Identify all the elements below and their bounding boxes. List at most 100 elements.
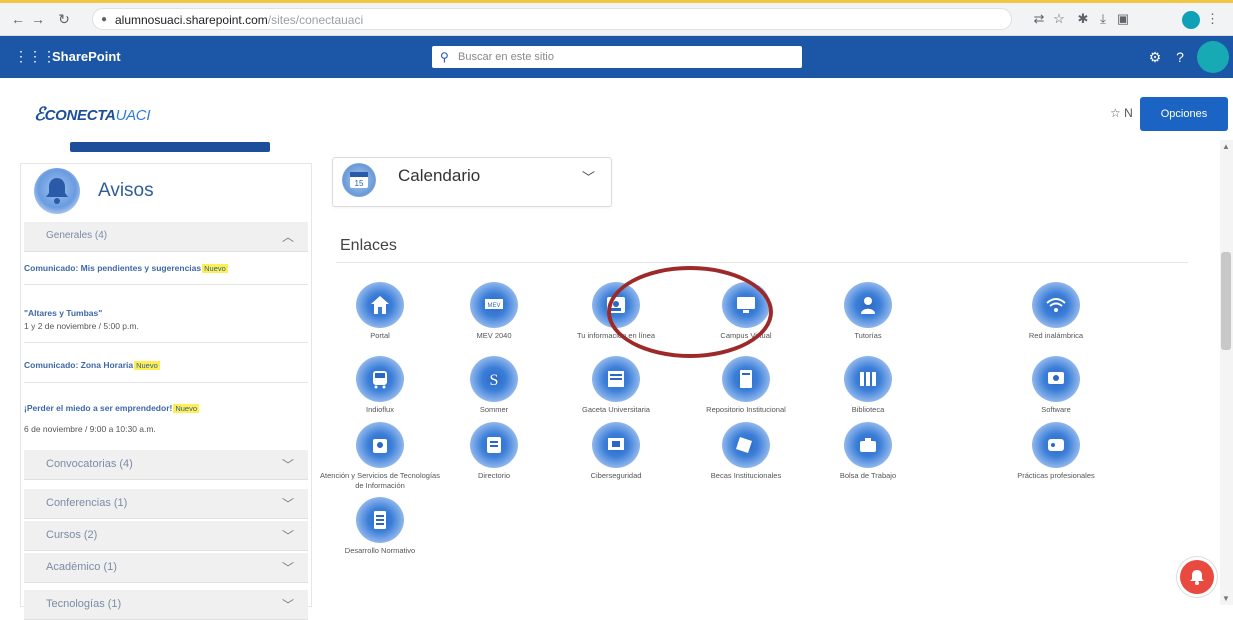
link-label[interactable]: Campus Virtual (681, 331, 811, 341)
link-tile[interactable]: Bolsa de Trabajo (803, 422, 933, 481)
notice-item[interactable]: "Altares y Tumbas" (24, 308, 102, 318)
calendar-title[interactable]: Calendario (398, 166, 480, 186)
browser-profile-avatar[interactable] (1182, 11, 1200, 29)
link-tile[interactable]: Tutorías (803, 282, 933, 341)
bookmark-star-icon[interactable]: ☆ (1050, 9, 1068, 29)
link-tile[interactable]: Portal (315, 282, 445, 341)
forward-icon[interactable]: → (28, 9, 48, 29)
link-tile[interactable]: Atención y Servicios de Tecnologías de I… (315, 422, 445, 491)
site-logo[interactable]: ℰCONECTAUACI (34, 104, 151, 125)
link-tile[interactable]: Indioflux (315, 356, 445, 415)
scrollbar-thumb[interactable] (1221, 252, 1231, 350)
it-service-icon[interactable] (356, 422, 404, 468)
reload-icon[interactable]: ↻ (54, 9, 74, 29)
group-conferencias[interactable]: Conferencias (1) ﹀ (24, 489, 308, 519)
mev-icon[interactable]: MEV (470, 282, 518, 328)
link-label[interactable]: Becas Institucionales (681, 471, 811, 481)
link-tile[interactable]: Gaceta Universitaria (551, 356, 681, 415)
monitor-icon[interactable] (722, 282, 770, 328)
notification-bell-icon[interactable] (1180, 560, 1214, 594)
tutor-icon[interactable] (844, 282, 892, 328)
translate-icon[interactable]: ⇄ (1030, 9, 1048, 29)
group-convocatorias[interactable]: Convocatorias (4) ﹀ (24, 450, 308, 480)
chevron-down-icon[interactable]: ﹀ (282, 456, 294, 473)
chevron-up-icon[interactable]: ︿ (282, 228, 294, 245)
settings-gear-icon[interactable]: ⚙ (1145, 47, 1165, 67)
page-scrollbar[interactable] (1220, 140, 1233, 605)
link-tile[interactable]: Red inalámbrica (991, 282, 1121, 341)
link-label[interactable]: MEV 2040 (429, 331, 559, 341)
svg-text:MEV: MEV (487, 303, 500, 309)
chevron-down-icon[interactable]: ﹀ (282, 527, 294, 544)
link-label[interactable]: Software (991, 405, 1121, 415)
link-label[interactable]: Indioflux (315, 405, 445, 415)
link-label[interactable]: Gaceta Universitaria (551, 405, 681, 415)
link-tile[interactable]: Directorio (429, 422, 559, 481)
link-label[interactable]: Ciberseguridad (551, 471, 681, 481)
software-icon[interactable] (1032, 356, 1080, 402)
wifi-icon[interactable] (1032, 282, 1080, 328)
link-label[interactable]: Sommer (429, 405, 559, 415)
link-tile[interactable]: S Sommer (429, 356, 559, 415)
link-label[interactable]: Red inalámbrica (991, 331, 1121, 341)
sidepanel-icon[interactable]: ▣ (1114, 9, 1132, 29)
link-tile[interactable]: Repositorio Institucional (681, 356, 811, 415)
browser-menu-icon[interactable]: ⋮ (1206, 9, 1219, 29)
follow-site-link[interactable]: ☆ N (1110, 106, 1133, 120)
repository-icon[interactable] (722, 356, 770, 402)
link-label[interactable]: Prácticas profesionales (991, 471, 1121, 481)
link-label[interactable]: Directorio (429, 471, 559, 481)
link-tile[interactable]: MEV MEV 2040 (429, 282, 559, 341)
address-bar[interactable]: ● alumnosuaci.sharepoint.com/sites/conec… (92, 8, 1012, 30)
options-button[interactable]: Opciones (1140, 97, 1228, 131)
link-label[interactable]: Repositorio Institucional (681, 405, 811, 415)
notice-item[interactable]: ¡Perder el miedo a ser emprendedor! Nuevo (24, 403, 200, 413)
chevron-down-icon[interactable]: ﹀ (282, 495, 294, 512)
link-tile[interactable]: Prácticas profesionales (991, 422, 1121, 481)
link-tile[interactable]: Becas Institucionales (681, 422, 811, 481)
download-icon[interactable]: ⤓ (1094, 9, 1112, 29)
notice-item[interactable]: Comunicado: Mis pendientes y sugerencias… (24, 263, 228, 273)
notice-item[interactable]: Comunicado: Zona Horaria Nuevo (24, 360, 160, 370)
practice-icon[interactable] (1032, 422, 1080, 468)
briefcase-icon[interactable] (844, 422, 892, 468)
link-label[interactable]: Tu información en línea (551, 331, 681, 341)
extensions-icon[interactable]: ✱ (1074, 9, 1092, 29)
chevron-down-icon[interactable]: ﹀ (582, 167, 595, 186)
directory-icon[interactable] (470, 422, 518, 468)
link-tile[interactable]: Campus Virtual (681, 282, 811, 341)
scholarship-icon[interactable] (722, 422, 770, 468)
group-generales[interactable]: Generales (4) ︿ (24, 222, 308, 252)
home-icon[interactable] (356, 282, 404, 328)
user-avatar[interactable] (1197, 41, 1229, 73)
back-icon[interactable]: ← (8, 9, 28, 29)
link-label[interactable]: Atención y Servicios de Tecnologías de I… (315, 471, 445, 491)
link-label[interactable]: Desarrollo Normativo (315, 546, 445, 556)
sommer-icon[interactable]: S (470, 356, 518, 402)
link-label[interactable]: Biblioteca (803, 405, 933, 415)
app-title[interactable]: SharePoint (52, 49, 121, 64)
bus-icon[interactable] (356, 356, 404, 402)
scroll-down-icon[interactable]: ▼ (1222, 594, 1230, 603)
link-label[interactable]: Portal (315, 331, 445, 341)
link-tile[interactable]: Software (991, 356, 1121, 415)
scroll-up-icon[interactable]: ▲ (1222, 142, 1230, 151)
group-tecnologias[interactable]: Tecnologías (1) ﹀ (24, 590, 308, 620)
help-icon[interactable]: ? (1170, 47, 1190, 67)
link-tile[interactable]: Desarrollo Normativo (315, 497, 445, 556)
group-cursos[interactable]: Cursos (2) ﹀ (24, 521, 308, 551)
newspaper-icon[interactable] (592, 356, 640, 402)
profile-card-icon[interactable] (592, 282, 640, 328)
group-academico[interactable]: Académico (1) ﹀ (24, 553, 308, 583)
cyber-icon[interactable] (592, 422, 640, 468)
library-icon[interactable] (844, 356, 892, 402)
chevron-down-icon[interactable]: ﹀ (282, 559, 294, 576)
app-launcher-icon[interactable]: ⋮⋮⋮ (14, 48, 56, 64)
document-list-icon[interactable] (356, 497, 404, 543)
link-tile[interactable]: Ciberseguridad (551, 422, 681, 481)
site-search-input[interactable]: ⚲ Buscar en este sitio (432, 46, 802, 68)
link-label[interactable]: Tutorías (803, 331, 933, 341)
link-label[interactable]: Bolsa de Trabajo (803, 471, 933, 481)
link-tile[interactable]: Tu información en línea (551, 282, 681, 341)
link-tile[interactable]: Biblioteca (803, 356, 933, 415)
